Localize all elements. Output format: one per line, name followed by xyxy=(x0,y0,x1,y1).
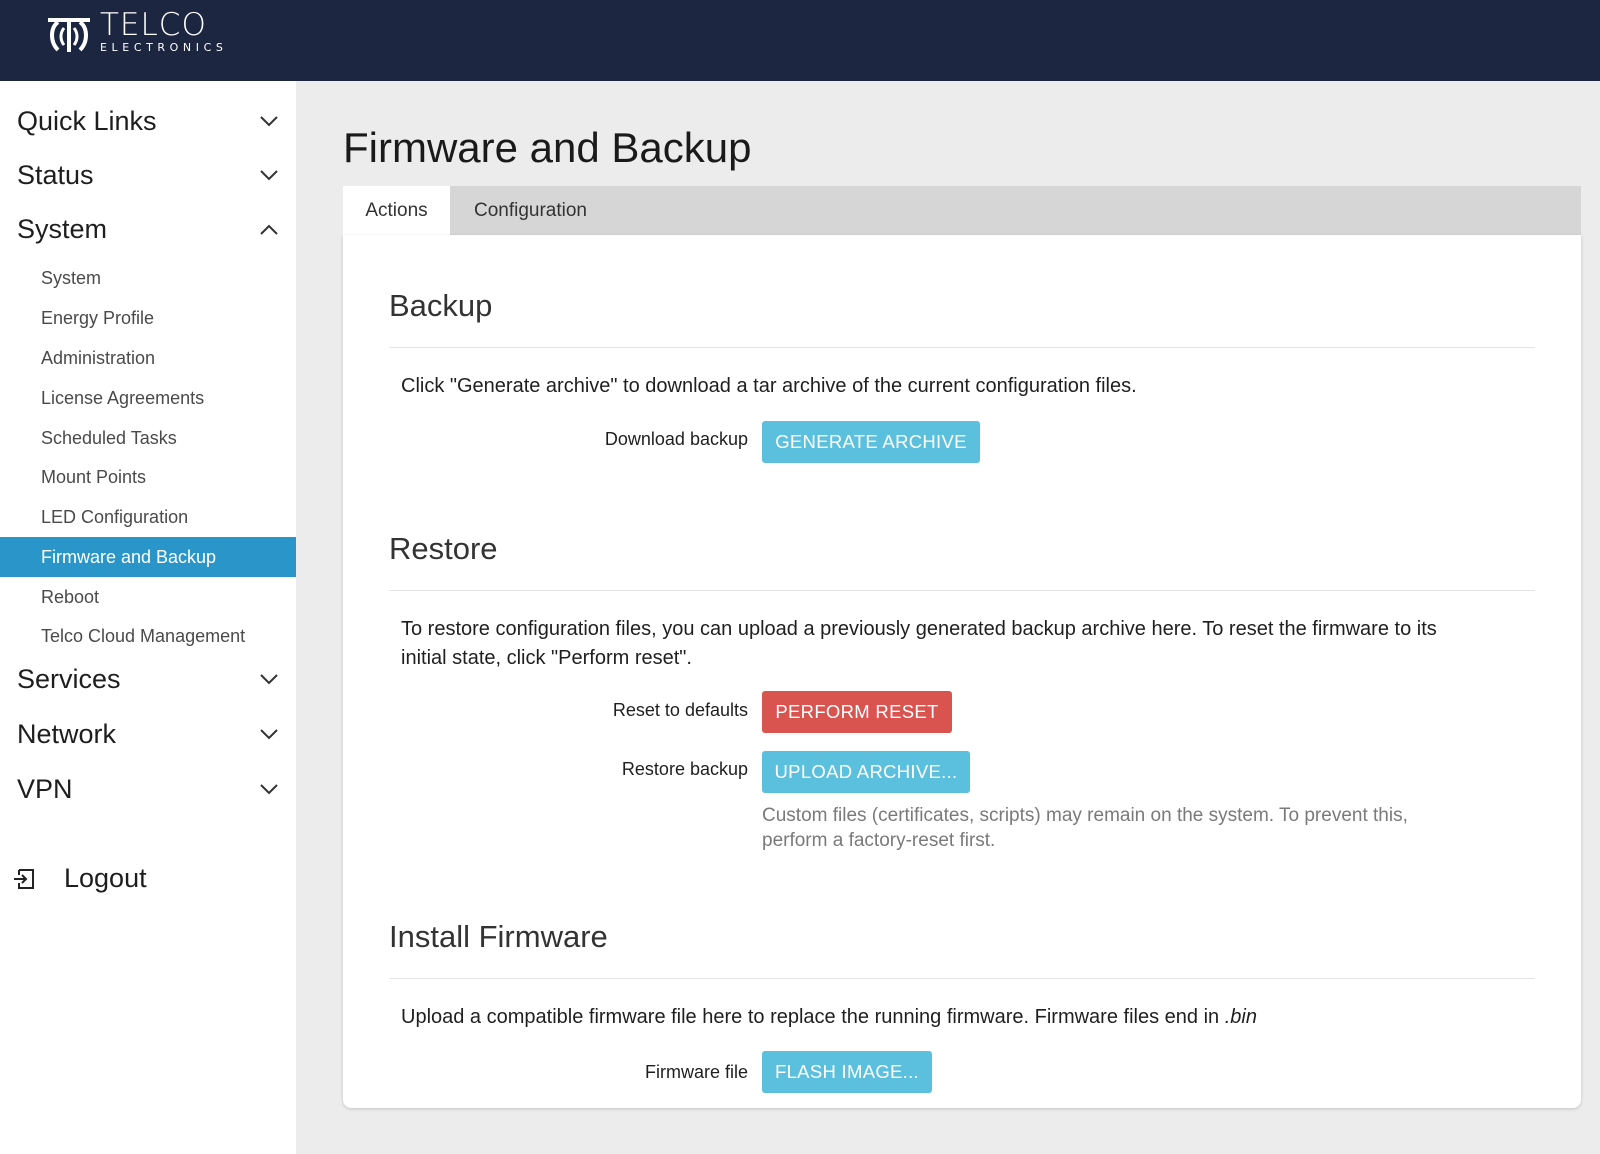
sidebar-item-license-agreements[interactable]: License Agreements xyxy=(0,378,296,418)
logout-label: Logout xyxy=(64,863,147,893)
sidebar-group-network[interactable]: Network xyxy=(0,708,296,760)
chevron-down-icon xyxy=(260,783,278,794)
sidebar-item-mount-points[interactable]: Mount Points xyxy=(0,457,296,497)
sidebar-item-telco-cloud-management[interactable]: Telco Cloud Management xyxy=(0,616,296,656)
sidebar-item-firmware-and-backup[interactable]: Firmware and Backup xyxy=(0,537,296,577)
sidebar-item-energy-profile[interactable]: Energy Profile xyxy=(0,298,296,338)
sidebar-item-system[interactable]: System xyxy=(0,258,296,298)
upload-archive-button[interactable]: UPLOAD ARCHIVE... xyxy=(762,751,970,793)
logout-button[interactable]: Logout xyxy=(12,863,147,894)
sidebar-group-label: Status xyxy=(17,159,94,190)
sidebar-group-system[interactable]: System xyxy=(0,203,296,255)
sidebar-group-label: VPN xyxy=(17,773,73,804)
download-backup-label: Download backup xyxy=(604,429,748,449)
perform-reset-button[interactable]: PERFORM RESET xyxy=(762,691,952,733)
tab-configuration[interactable]: Configuration xyxy=(450,186,611,235)
sidebar-group-label: Services xyxy=(17,663,121,694)
generate-archive-button[interactable]: GENERATE ARCHIVE xyxy=(762,421,980,463)
chevron-down-icon xyxy=(260,728,278,739)
restore-description-line1: To restore configuration files, you can … xyxy=(401,618,1437,640)
top-header: TELCO ELECTRONICS xyxy=(0,0,1600,81)
firmware-description-text: Upload a compatible firmware file here t… xyxy=(401,1006,1220,1028)
chevron-down-icon xyxy=(260,673,278,684)
firmware-extension: .bin xyxy=(1224,1006,1257,1028)
brand-logo[interactable]: TELCO ELECTRONICS xyxy=(44,10,227,54)
brand-name: TELCO xyxy=(100,7,207,43)
flash-image-button[interactable]: FLASH IMAGE... xyxy=(762,1051,932,1093)
restore-section-title: Restore xyxy=(389,531,498,566)
section-divider xyxy=(389,978,1535,979)
restore-backup-label: Restore backup xyxy=(621,759,748,779)
sidebar-group-vpn[interactable]: VPN xyxy=(0,763,296,815)
brand-text: TELCO ELECTRONICS xyxy=(100,7,228,55)
reset-to-defaults-label: Reset to defaults xyxy=(612,700,748,720)
firmware-file-label: Firmware file xyxy=(644,1062,748,1082)
logout-icon xyxy=(14,868,34,889)
sidebar-item-led-configuration[interactable]: LED Configuration xyxy=(0,497,296,537)
sidebar: Quick Links Status System System Energy … xyxy=(0,81,296,1154)
sidebar-group-services[interactable]: Services xyxy=(0,653,296,705)
sidebar-group-label: Quick Links xyxy=(17,105,157,136)
sidebar-group-status[interactable]: Status xyxy=(0,149,296,201)
brand-subtitle: ELECTRONICS xyxy=(100,41,228,54)
sidebar-group-label: System xyxy=(17,213,108,244)
chevron-down-icon xyxy=(260,169,278,180)
tab-bar: Actions Configuration xyxy=(343,186,1581,235)
restore-hint-line2: perform a factory-reset first. xyxy=(762,830,996,851)
page-title: Firmware and Backup xyxy=(343,124,752,171)
firmware-description: Upload a compatible firmware file here t… xyxy=(401,1003,1257,1032)
chevron-up-icon xyxy=(260,224,278,235)
backup-section-title: Backup xyxy=(389,288,493,323)
sidebar-group-label: Network xyxy=(17,718,117,749)
restore-description-line2: initial state, click "Perform reset". xyxy=(401,647,692,669)
sidebar-item-reboot[interactable]: Reboot xyxy=(0,577,296,617)
firmware-section-title: Install Firmware xyxy=(389,919,608,954)
section-divider xyxy=(389,590,1535,591)
sidebar-item-scheduled-tasks[interactable]: Scheduled Tasks xyxy=(0,418,296,458)
sidebar-item-administration[interactable]: Administration xyxy=(0,338,296,378)
section-divider xyxy=(389,347,1535,348)
tab-actions[interactable]: Actions xyxy=(343,186,450,235)
chevron-down-icon xyxy=(260,115,278,126)
sidebar-group-quick-links[interactable]: Quick Links xyxy=(0,95,296,147)
telco-logo-icon xyxy=(48,18,90,52)
restore-hint-line1: Custom files (certificates, scripts) may… xyxy=(762,805,1408,826)
backup-description: Click "Generate archive" to download a t… xyxy=(401,375,1137,397)
